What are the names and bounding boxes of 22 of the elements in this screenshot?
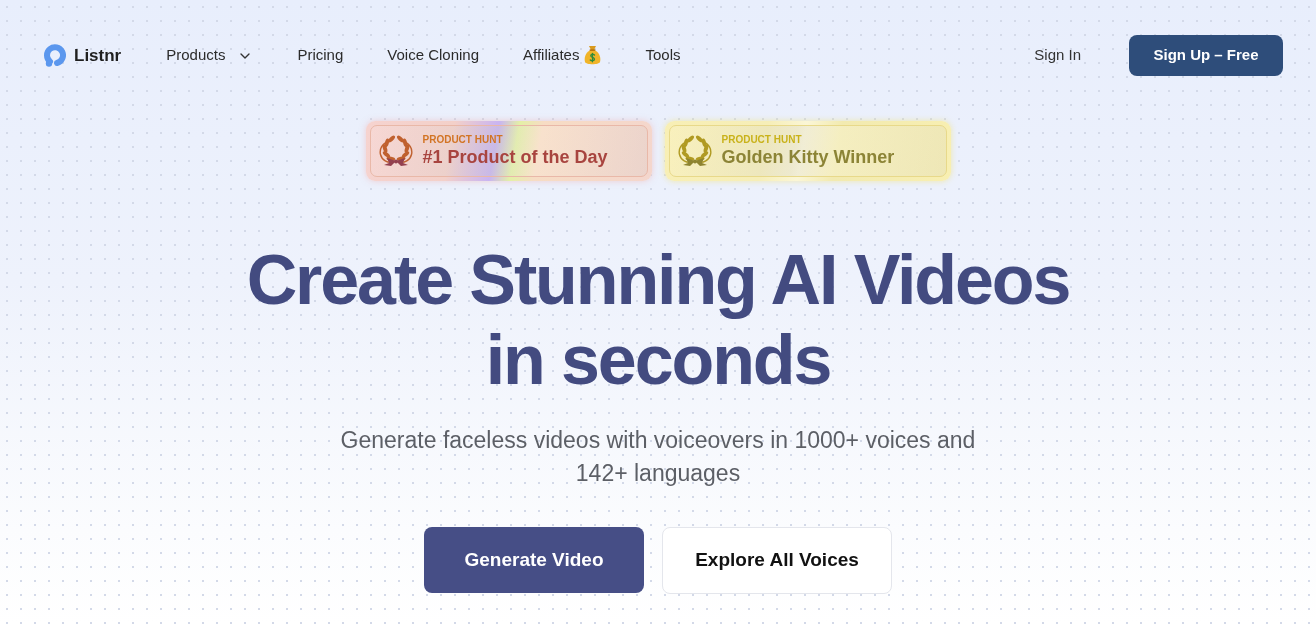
badge-title: #1 Product of the Day [422,146,608,168]
laurel-wreath-icon [378,134,413,168]
badge-title: Golden Kitty Winner [721,146,895,168]
nav-link[interactable]: Pricing [297,44,344,67]
logo[interactable]: Listnr [44,42,122,69]
money-bag-icon [584,45,602,66]
explore-voices-button[interactable]: Explore All Voices [662,527,892,594]
sign-up-button[interactable]: Sign Up – Free [1129,35,1283,76]
sign-in-link[interactable]: Sign In [1034,44,1081,67]
hero-subtitle: Generate faceless videos with voiceovers in 1000+ voices and 142+ languages [339,426,977,488]
logo-icon [44,44,66,67]
badge-eyebrow: PRODUCT HUNT [721,134,803,146]
nav-link[interactable]: Tools [645,44,681,67]
logo-text: Listnr [74,44,122,67]
badge-eyebrow: PRODUCT HUNT [422,134,504,146]
laurel-wreath-icon [677,134,712,168]
nav-link[interactable]: Voice Cloning [387,44,480,67]
products-menu-button[interactable]: Products [166,44,254,67]
nav-link[interactable]: Affiliates [523,44,602,67]
generate-video-button[interactable]: Generate Video [424,527,644,593]
product-hunt-badge[interactable]: PRODUCT HUNT #1 Product of the Day [365,121,652,181]
hero-headline: Create Stunning AI Videos in seconds [246,240,1070,400]
